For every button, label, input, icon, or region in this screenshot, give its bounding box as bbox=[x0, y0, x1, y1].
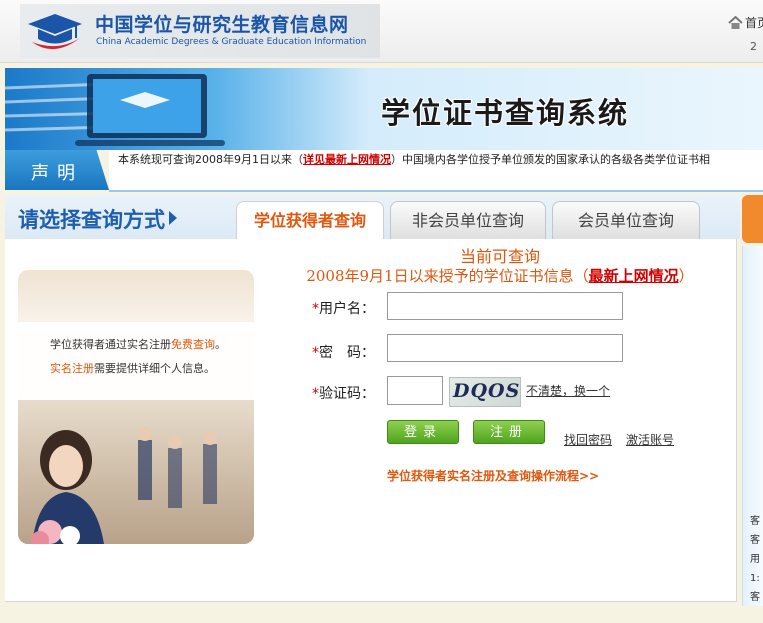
banner-title: 学位证书查询系统 bbox=[381, 96, 630, 130]
password-input[interactable] bbox=[387, 334, 623, 362]
query-method-heading: 请选择查询方式 bbox=[18, 204, 177, 234]
free-query-link[interactable]: 免费查询 bbox=[171, 338, 215, 351]
graduate-photo-box bbox=[18, 270, 254, 544]
home-link[interactable]: 首页 bbox=[728, 14, 763, 31]
notice-text-before: 本系统现可查询2008年9月1日以来（ bbox=[118, 153, 303, 166]
find-password-link[interactable]: 找回密码 bbox=[564, 431, 612, 448]
tab-member-query[interactable]: 会员单位查询 bbox=[552, 201, 700, 240]
info-line2-suffix: ） bbox=[678, 267, 694, 285]
site-name-cn: 中国学位与研究生教育信息网 bbox=[95, 14, 349, 36]
arrow-right-icon bbox=[169, 211, 177, 225]
info-line-1: 当前可查询 bbox=[459, 247, 540, 266]
required-star: * bbox=[312, 386, 319, 402]
notice-text: 本系统现可查询2008年9月1日以来（详见最新上网情况）中国境内各学位授予单位颁… bbox=[118, 153, 710, 167]
username-label-text: 用户名： bbox=[319, 301, 375, 317]
captcha-label-text: 验证码： bbox=[319, 386, 375, 402]
activate-account-link[interactable]: 激活账号 bbox=[626, 431, 674, 448]
banner-computer-graphic bbox=[5, 74, 225, 146]
system-banner: 学位证书查询系统 bbox=[5, 68, 763, 150]
intro-line2-text: 需要提供详细个人信息。 bbox=[94, 362, 215, 375]
captcha-label: *验证码： bbox=[312, 383, 375, 403]
notice-text-after: ）中国境内各学位授予单位颁发的国家承认的各级各类学位证书相 bbox=[391, 153, 710, 166]
register-button[interactable]: 注册 bbox=[473, 420, 545, 444]
tab-non-member-query[interactable]: 非会员单位查询 bbox=[390, 201, 546, 240]
notice-tab: 声明 bbox=[5, 150, 109, 190]
captcha-image[interactable]: DQOS bbox=[449, 377, 521, 407]
notice-latest-link[interactable]: 详见最新上网情况 bbox=[303, 153, 391, 166]
graduation-cap-icon bbox=[28, 14, 82, 50]
site-name-en: China Academic Degrees & Graduate Educat… bbox=[96, 37, 367, 47]
graduate-figure-illustration bbox=[31, 427, 217, 544]
latest-status-link[interactable]: 最新上网情况 bbox=[589, 267, 679, 285]
notice-bar: 本系统现可查询2008年9月1日以来（详见最新上网情况）中国境内各学位授予单位颁… bbox=[109, 150, 763, 192]
required-star: * bbox=[312, 345, 319, 361]
header-date: 2 bbox=[750, 40, 757, 53]
home-label: 首页 bbox=[745, 16, 763, 30]
side-orange-tab[interactable] bbox=[742, 195, 763, 243]
captcha-input[interactable] bbox=[387, 376, 443, 405]
intro-line-1: 学位获得者通过实名注册免费查询。 bbox=[50, 336, 226, 352]
registration-process-link[interactable]: 学位获得者实名注册及查询操作流程>> bbox=[387, 467, 599, 484]
intro-line1-suffix: 。 bbox=[215, 338, 226, 351]
intro-line1-text: 学位获得者通过实名注册 bbox=[50, 338, 171, 351]
password-label-text: 密 码： bbox=[319, 345, 375, 361]
intro-line-2: 实名注册需要提供详细个人信息。 bbox=[50, 360, 215, 376]
captcha-text: DQOS bbox=[453, 380, 521, 402]
real-name-register-link[interactable]: 实名注册 bbox=[50, 362, 94, 375]
side-panel-text: 客 客 用 1: 客 bbox=[750, 516, 760, 603]
photo-top-building bbox=[18, 270, 254, 330]
graduation-photo bbox=[18, 400, 254, 544]
site-logo[interactable]: 中国学位与研究生教育信息网 China Academic Degrees & G… bbox=[20, 4, 380, 58]
query-heading-text: 请选择查询方式 bbox=[18, 207, 165, 232]
refresh-captcha-link[interactable]: 不清楚，换一个 bbox=[526, 382, 610, 399]
notice-tab-label: 声明 bbox=[31, 163, 83, 184]
tab-degree-holder-query[interactable]: 学位获得者查询 bbox=[236, 201, 384, 240]
password-label: *密 码： bbox=[312, 342, 375, 362]
username-input[interactable] bbox=[387, 292, 623, 320]
info-line2-text: 2008年9月1日以来授予的学位证书信息（ bbox=[306, 267, 589, 285]
site-header: 中国学位与研究生教育信息网 China Academic Degrees & G… bbox=[0, 0, 763, 63]
required-star: * bbox=[312, 301, 319, 317]
username-label: *用户名： bbox=[312, 298, 375, 318]
info-line-2: 2008年9月1日以来授予的学位证书信息（最新上网情况） bbox=[260, 265, 740, 286]
home-icon bbox=[728, 16, 743, 29]
login-button[interactable]: 登录 bbox=[387, 420, 459, 444]
